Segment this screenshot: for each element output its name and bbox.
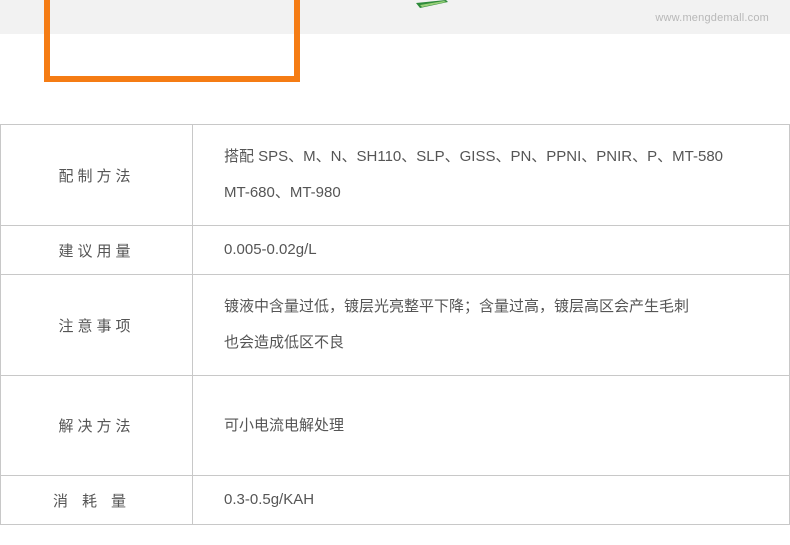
row-value-solution: 可小电流电解处理 <box>192 375 790 476</box>
row-label-dosage: 建议用量 <box>0 225 193 275</box>
row-value-consumption: 0.3-0.5g/KAH <box>192 475 790 525</box>
row-label-solution: 解决方法 <box>0 375 193 476</box>
row-value-preparation: 搭配 SPS、M、N、SH110、SLP、GISS、PN、PPNI、PNIR、P… <box>192 124 790 226</box>
table-row: 解决方法 可小电流电解处理 <box>0 375 790 476</box>
value-line: MT-680、MT-980 <box>224 184 341 201</box>
table-row: 建议用量 0.005-0.02g/L <box>0 225 790 275</box>
row-value-dosage: 0.005-0.02g/L <box>192 225 790 275</box>
table-row: 消耗量 0.3-0.5g/KAH <box>0 475 790 525</box>
table-row: 注意事项 镀液中含量过低，镀层光亮整平下降；含量过高，镀层高区会产生毛刺 也会造… <box>0 274 790 376</box>
value-line: 0.005-0.02g/L <box>224 241 317 258</box>
table-row: 配制方法 搭配 SPS、M、N、SH110、SLP、GISS、PN、PPNI、P… <box>0 124 790 226</box>
value-line: 搭配 SPS、M、N、SH110、SLP、GISS、PN、PPNI、PNIR、P… <box>224 148 724 165</box>
website-url: www.mengdemall.com <box>655 12 769 24</box>
page: www.mengdemall.com 配制方法 搭配 SPS、M、N、SH110… <box>0 0 790 545</box>
value-line: 也会造成低区不良 <box>224 334 345 351</box>
spec-table: 配制方法 搭配 SPS、M、N、SH110、SLP、GISS、PN、PPNI、P… <box>0 124 790 525</box>
value-line: 镀液中含量过低，镀层光亮整平下降；含量过高，镀层高区会产生毛刺 <box>224 298 690 315</box>
row-label-notes: 注意事项 <box>0 274 193 376</box>
product-image-fragment <box>416 0 448 8</box>
value-line: 0.3-0.5g/KAH <box>224 491 315 508</box>
row-label-consumption: 消耗量 <box>0 475 193 525</box>
row-label-preparation: 配制方法 <box>0 124 193 226</box>
value-line: 可小电流电解处理 <box>224 416 345 434</box>
product-image-frame <box>44 0 300 82</box>
row-value-notes: 镀液中含量过低，镀层光亮整平下降；含量过高，镀层高区会产生毛刺 也会造成低区不良 <box>192 274 790 376</box>
